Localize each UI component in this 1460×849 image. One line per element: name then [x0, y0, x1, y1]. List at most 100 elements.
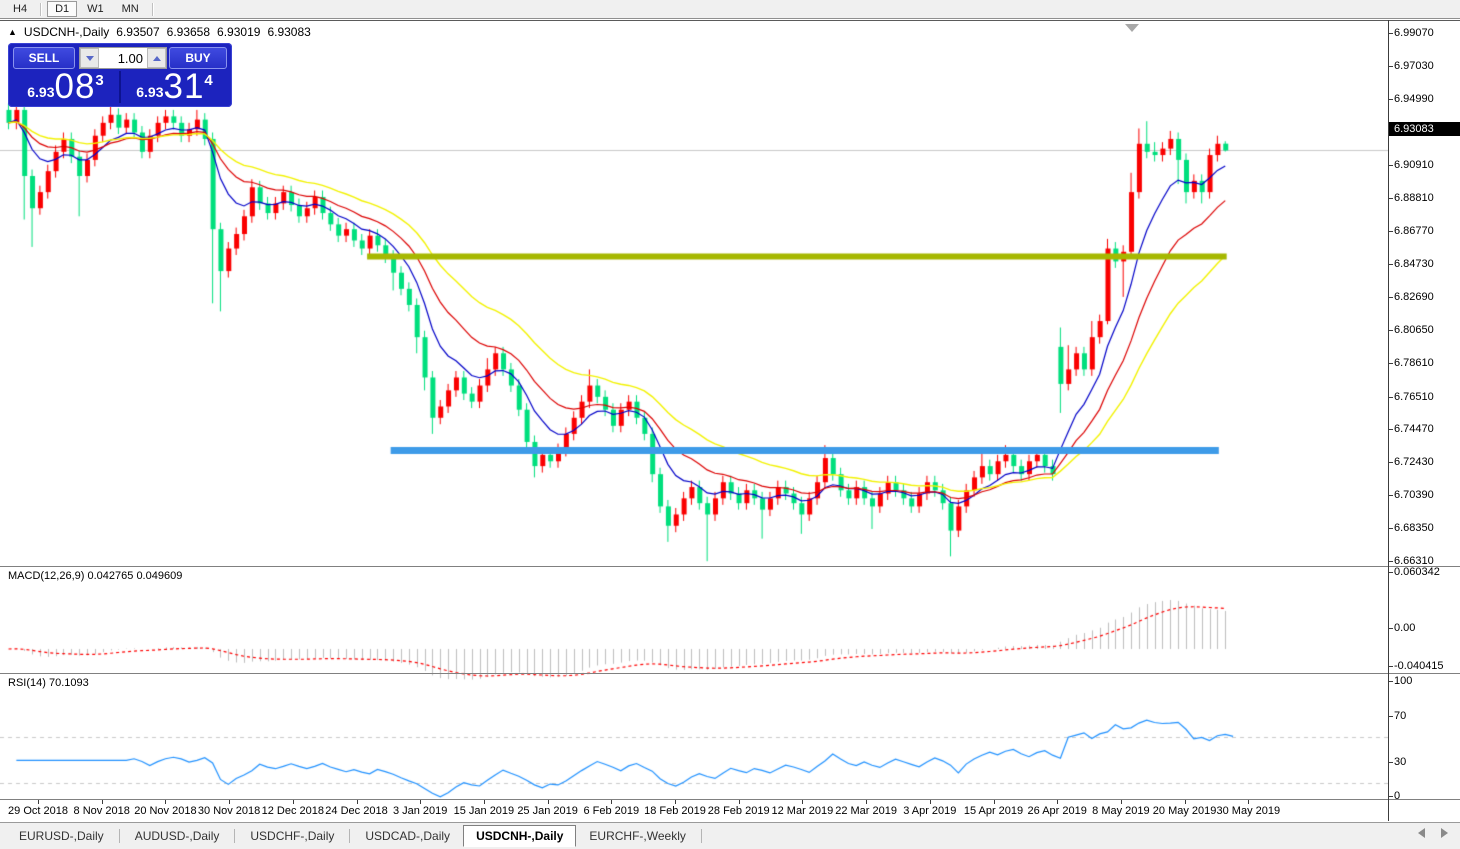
chart-symbol-label: USDCNH-,Daily [24, 25, 109, 39]
timeframe-button-h4[interactable]: H4 [5, 1, 35, 17]
rsi-axis-tick [1388, 681, 1393, 682]
ohlc-open: 6.93507 [116, 25, 159, 39]
price-axis-tick [1388, 495, 1393, 496]
ohlc-high: 6.93658 [167, 25, 210, 39]
rsi-axis-label: 70 [1394, 710, 1406, 722]
tab-scroll-right-icon[interactable] [1441, 828, 1448, 838]
price-axis-label: 6.82690 [1394, 291, 1434, 303]
date-axis-tick [611, 800, 612, 804]
date-axis-tick [802, 800, 803, 804]
sell-price-big-digits: 08 [54, 70, 95, 103]
current-price-badge: 6.93083 [1389, 122, 1460, 136]
date-axis-label: 30 May 2019 [1216, 805, 1280, 817]
volume-decrease-button[interactable] [80, 48, 99, 68]
buy-price-big-digits: 31 [163, 70, 204, 103]
rsi-pane-canvas[interactable] [0, 696, 1388, 820]
chart-tab-eurusd[interactable]: EURUSD-,Daily [6, 826, 117, 846]
date-axis-label: 12 Mar 2019 [772, 805, 834, 817]
price-chart-canvas[interactable] [0, 41, 1388, 586]
date-axis-tick [1185, 800, 1186, 804]
price-axis-tick [1388, 330, 1393, 331]
timeframe-toolbar: H4 D1W1MN [0, 0, 1460, 19]
volume-input[interactable] [99, 48, 147, 68]
chart-tab-usdcad[interactable]: USDCAD-,Daily [352, 826, 463, 846]
triangle-up-icon [153, 56, 161, 61]
tab-scroll-left-icon[interactable] [1418, 828, 1425, 838]
price-axis-label: 6.99070 [1394, 27, 1434, 39]
collapse-chart-icon[interactable]: ▲ [8, 27, 17, 37]
rsi-axis-tick [1388, 762, 1393, 763]
date-axis-tick [866, 800, 867, 804]
price-axis-tick [1388, 66, 1393, 67]
price-axis-tick [1388, 462, 1393, 463]
tab-separator [349, 829, 350, 843]
tab-scroll-buttons [1418, 828, 1448, 838]
chart-window [0, 20, 1460, 821]
volume-increase-button[interactable] [147, 48, 166, 68]
date-axis-label: 24 Dec 2018 [325, 805, 387, 817]
rsi-axis-label: 30 [1394, 756, 1406, 768]
price-axis-tick [1388, 33, 1393, 34]
date-axis-label: 12 Dec 2018 [262, 805, 324, 817]
timeframe-button-w1[interactable]: W1 [79, 1, 112, 17]
price-axis-tick [1388, 165, 1393, 166]
chart-tab-audusd[interactable]: AUDUSD-,Daily [122, 826, 233, 846]
macd-pane-canvas[interactable] [0, 589, 1388, 694]
date-axis-label: 25 Jan 2019 [517, 805, 578, 817]
volume-stepper [79, 47, 167, 69]
price-axis-label: 6.74470 [1394, 423, 1434, 435]
date-axis-separator [0, 799, 1460, 800]
date-axis-tick [420, 800, 421, 804]
trade-panel-divider [119, 71, 121, 103]
sell-button[interactable]: SELL [13, 47, 75, 69]
price-axis-label: 6.88810 [1394, 192, 1434, 204]
price-axis-tick [1388, 528, 1393, 529]
date-axis-tick [229, 800, 230, 804]
chart-tab-bar: EURUSD-,DailyAUDUSD-,DailyUSDCHF-,DailyU… [0, 822, 1460, 849]
macd-axis-label: 0.060342 [1394, 566, 1440, 578]
date-axis-label: 30 Nov 2018 [198, 805, 260, 817]
price-axis-label: 6.78610 [1394, 357, 1434, 369]
date-axis-label: 8 May 2019 [1092, 805, 1149, 817]
rsi-axis-tick [1388, 716, 1393, 717]
macd-axis-tick [1388, 572, 1393, 573]
timeframe-button-mn[interactable]: MN [114, 1, 147, 17]
date-axis-tick [930, 800, 931, 804]
date-axis-tick [1248, 800, 1249, 804]
ohlc-low: 6.93019 [217, 25, 260, 39]
macd-axis-label: 0.00 [1394, 622, 1415, 634]
date-axis-label: 15 Apr 2019 [964, 805, 1023, 817]
tab-separator [119, 829, 120, 843]
buy-price-pip-digit: 4 [204, 73, 212, 88]
chart-tab-usdcnh[interactable]: USDCNH-,Daily [463, 825, 576, 847]
date-axis-label: 3 Jan 2019 [393, 805, 447, 817]
buy-price-quote[interactable]: 6.93 31 4 [122, 71, 227, 105]
rsi-indicator-label: RSI(14) 70.1093 [8, 677, 89, 689]
date-axis-tick [1057, 800, 1058, 804]
date-axis-label: 26 Apr 2019 [1028, 805, 1087, 817]
date-axis-label: 22 Mar 2019 [835, 805, 897, 817]
chart-tab-usdchf[interactable]: USDCHF-,Daily [237, 826, 347, 846]
sell-price-quote[interactable]: 6.93 08 3 [13, 71, 118, 105]
timeframe-button-d1[interactable]: D1 [47, 1, 77, 17]
date-axis-tick [38, 800, 39, 804]
chart-tab-eurchf[interactable]: EURCHF-,Weekly [576, 826, 698, 846]
date-axis-tick [165, 800, 166, 804]
toolbar-separator [40, 3, 42, 16]
date-axis-label: 15 Jan 2019 [454, 805, 515, 817]
buy-button[interactable]: BUY [169, 47, 227, 69]
chart-shift-marker-icon[interactable] [1125, 24, 1139, 32]
pane-splitter-macd[interactable] [0, 566, 1460, 567]
rsi-axis-tick [1388, 796, 1393, 797]
price-axis-tick [1388, 561, 1393, 562]
price-axis-label: 6.90910 [1394, 159, 1434, 171]
date-axis-label: 29 Oct 2018 [8, 805, 68, 817]
rsi-axis-label: 100 [1394, 675, 1412, 687]
price-axis-tick [1388, 363, 1393, 364]
price-axis-label: 6.68350 [1394, 522, 1434, 534]
pane-splitter-rsi[interactable] [0, 673, 1460, 674]
price-axis-tick [1388, 198, 1393, 199]
macd-axis-tick [1388, 628, 1393, 629]
toolbar-separator [152, 3, 154, 16]
date-axis-label: 28 Feb 2019 [708, 805, 770, 817]
